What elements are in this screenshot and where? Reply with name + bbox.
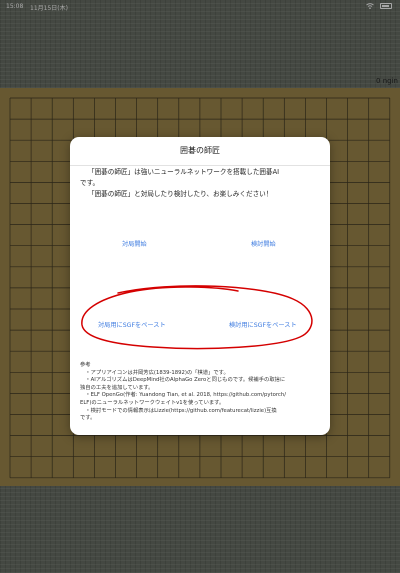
- intro-text: 「囲碁の師匠」は強いニューラルネットワークを搭載した囲碁AI です。 「囲碁の師…: [80, 167, 320, 200]
- dialog-title: 囲碁の師匠: [70, 137, 330, 166]
- paste-sgf-game-button[interactable]: 対局用にSGFをペースト: [98, 320, 166, 329]
- notes-line: ・ELF OpenGo(作者: Yuandong Tian, et al. 20…: [80, 392, 286, 399]
- notes-text: 参考 ・アプリアイコンは井岡芳広(1839-1892)の「棋道」です。 ・AIア…: [80, 362, 322, 423]
- intro-line: です。: [80, 179, 100, 187]
- notes-line: ・AIアルゴリズムはDeepMind社のAlphaGo Zeroと同じものです。…: [80, 377, 286, 384]
- welcome-dialog: 囲碁の師匠 「囲碁の師匠」は強いニューラルネットワークを搭載した囲碁AI です。…: [70, 137, 330, 435]
- notes-line: ・検討モードでの情報表示はLizzie(https://github.com/f…: [80, 407, 277, 414]
- notes-line: です。: [80, 415, 96, 422]
- start-review-button[interactable]: 検討開始: [251, 239, 276, 248]
- intro-line: 「囲碁の師匠」と対局したり検討したり、お楽しみください！: [88, 190, 273, 198]
- paste-sgf-review-button[interactable]: 検討用にSGFをペースト: [229, 320, 297, 329]
- notes-line: 参考: [80, 362, 91, 368]
- start-game-button[interactable]: 対局開始: [122, 239, 147, 248]
- intro-line: 「囲碁の師匠」は強いニューラルネットワークを搭載した囲碁AI: [88, 168, 280, 176]
- notes-line: ELF)のニューラルネットワークウェイトv1を使っています。: [80, 399, 225, 406]
